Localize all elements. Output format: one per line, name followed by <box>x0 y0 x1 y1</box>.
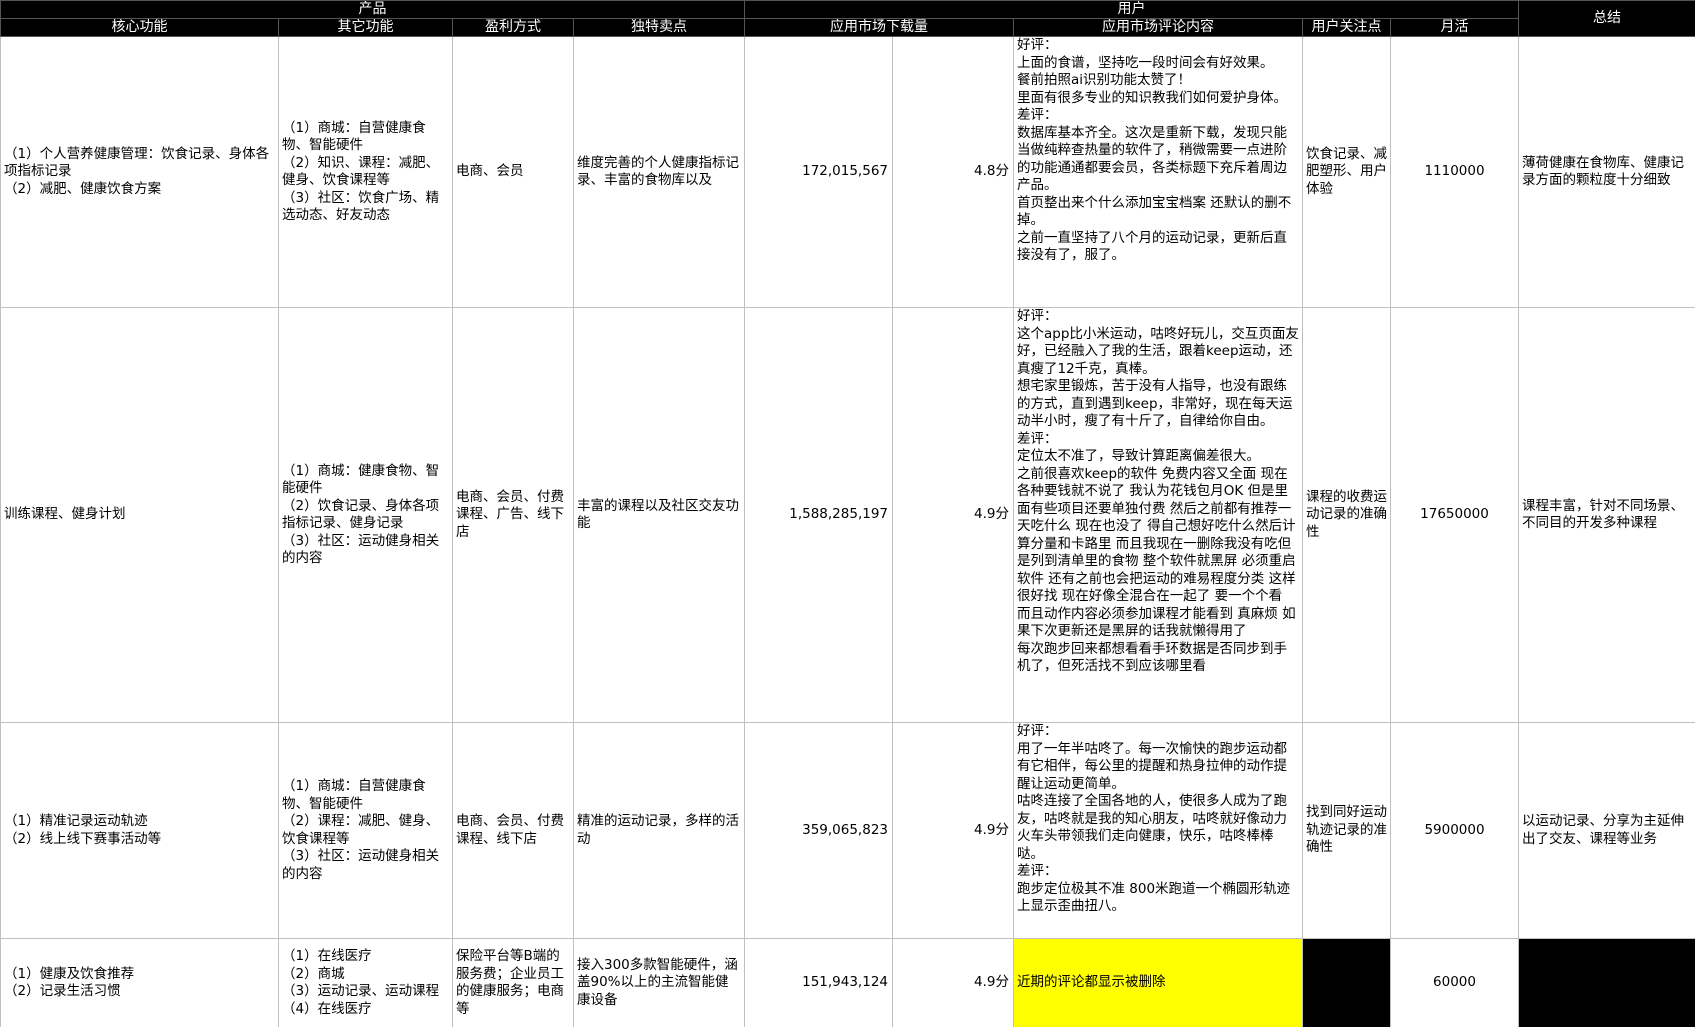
user-focus-cell-filled[interactable] <box>1302 938 1391 1027</box>
header-group-product: 产品 <box>0 0 745 19</box>
table-row: （1）个人营养健康管理：饮食记录、身体各项指标记录 （2）减肥、健康饮食方案 （… <box>0 36 1695 308</box>
header-other-function: 其它功能 <box>278 18 453 37</box>
header-summary: 总结 <box>1518 0 1695 37</box>
rating-cell[interactable]: 4.9分 <box>892 938 1014 1027</box>
profit-model-cell[interactable]: 保险平台等B端的服务费；企业员工的健康服务；电商等 <box>452 938 574 1027</box>
header-profit-model: 盈利方式 <box>452 18 574 37</box>
summary-cell-filled[interactable] <box>1518 938 1695 1027</box>
mau-cell[interactable]: 1110000 <box>1390 36 1519 308</box>
user-focus-cell[interactable]: 找到同好运动轨迹记录的准确性 <box>1302 722 1391 939</box>
header-downloads: 应用市场下载量 <box>744 18 1014 37</box>
other-function-cell[interactable]: （1）在线医疗 （2）商城 （3）运动记录、运动课程 （4）在线医疗 <box>278 938 453 1027</box>
mau-cell[interactable]: 60000 <box>1390 938 1519 1027</box>
usp-cell[interactable]: 维度完善的个人健康指标记录、丰富的食物库以及 <box>573 36 745 308</box>
downloads-cell[interactable]: 359,065,823 <box>744 722 893 939</box>
other-function-cell[interactable]: （1）商城：自营健康食物、智能硬件 （2）知识、课程：减肥、健身、饮食课程等 （… <box>278 36 453 308</box>
usp-cell[interactable]: 丰富的课程以及社区交友功能 <box>573 307 745 723</box>
summary-cell[interactable]: 薄荷健康在食物库、健康记录方面的颗粒度十分细致 <box>1518 36 1695 308</box>
core-function-cell[interactable]: （1）精准记录运动轨迹 （2）线上线下赛事活动等 <box>0 722 279 939</box>
rating-cell[interactable]: 4.9分 <box>892 307 1014 723</box>
header-core-function: 核心功能 <box>0 18 279 37</box>
header-user-focus: 用户关注点 <box>1302 18 1391 37</box>
reviews-cell[interactable]: 好评： 上面的食谱，坚持吃一段时间会有好效果。 餐前拍照ai识别功能太赞了！ 里… <box>1013 36 1303 308</box>
header-group-user: 用户 <box>744 0 1519 19</box>
table-row: 训练课程、健身计划 （1）商城：健康食物、智能硬件 （2）饮食记录、身体各项指标… <box>0 307 1695 723</box>
rating-cell[interactable]: 4.8分 <box>892 36 1014 308</box>
summary-cell[interactable]: 以运动记录、分享为主延伸出了交友、课程等业务 <box>1518 722 1695 939</box>
spreadsheet: 产品 用户 总结 核心功能 其它功能 盈利方式 独特卖点 应用市场下载量 应用市… <box>0 0 1695 1027</box>
downloads-cell[interactable]: 151,943,124 <box>744 938 893 1027</box>
other-function-cell[interactable]: （1）商城：健康食物、智能硬件 （2）饮食记录、身体各项指标记录、健身记录 （3… <box>278 307 453 723</box>
table-row: （1）精准记录运动轨迹 （2）线上线下赛事活动等 （1）商城：自营健康食物、智能… <box>0 722 1695 939</box>
header-reviews: 应用市场评论内容 <box>1013 18 1303 37</box>
user-focus-cell[interactable]: 饮食记录、减肥塑形、用户体验 <box>1302 36 1391 308</box>
other-function-cell[interactable]: （1）商城：自营健康食物、智能硬件 （2）课程：减肥、健身、饮食课程等 （3）社… <box>278 722 453 939</box>
summary-cell[interactable]: 课程丰富，针对不同场景、不同目的开发多种课程 <box>1518 307 1695 723</box>
core-function-cell[interactable]: （1）个人营养健康管理：饮食记录、身体各项指标记录 （2）减肥、健康饮食方案 <box>0 36 279 308</box>
header-unique-selling-point: 独特卖点 <box>573 18 745 37</box>
mau-cell[interactable]: 5900000 <box>1390 722 1519 939</box>
core-function-cell[interactable]: 训练课程、健身计划 <box>0 307 279 723</box>
reviews-cell-highlighted[interactable]: 近期的评论都显示被删除 <box>1013 938 1303 1027</box>
mau-cell[interactable]: 17650000 <box>1390 307 1519 723</box>
header-row-columns: 核心功能 其它功能 盈利方式 独特卖点 应用市场下载量 应用市场评论内容 用户关… <box>0 18 1695 37</box>
downloads-cell[interactable]: 1,588,285,197 <box>744 307 893 723</box>
usp-cell[interactable]: 接入300多款智能硬件，涵盖90%以上的主流智能健康设备 <box>573 938 745 1027</box>
header-row-groups: 产品 用户 总结 <box>0 0 1695 37</box>
reviews-cell[interactable]: 好评： 用了一年半咕咚了。每一次愉快的跑步运动都有它相伴，每公里的提醒和热身拉伸… <box>1013 722 1303 939</box>
header-mau: 月活 <box>1390 18 1519 37</box>
profit-model-cell[interactable]: 电商、会员、付费课程、广告、线下店 <box>452 307 574 723</box>
core-function-cell[interactable]: （1）健康及饮食推荐 （2）记录生活习惯 <box>0 938 279 1027</box>
downloads-cell[interactable]: 172,015,567 <box>744 36 893 308</box>
comparison-table: 产品 用户 总结 核心功能 其它功能 盈利方式 独特卖点 应用市场下载量 应用市… <box>0 0 1695 1027</box>
reviews-cell[interactable]: 好评： 这个app比小米运动，咕咚好玩儿，交互页面友好，已经融入了我的生活，跟着… <box>1013 307 1303 723</box>
rating-cell[interactable]: 4.9分 <box>892 722 1014 939</box>
profit-model-cell[interactable]: 电商、会员、付费课程、线下店 <box>452 722 574 939</box>
profit-model-cell[interactable]: 电商、会员 <box>452 36 574 308</box>
usp-cell[interactable]: 精准的运动记录，多样的活动 <box>573 722 745 939</box>
user-focus-cell[interactable]: 课程的收费运动记录的准确性 <box>1302 307 1391 723</box>
table-row: （1）健康及饮食推荐 （2）记录生活习惯 （1）在线医疗 （2）商城 （3）运动… <box>0 938 1695 1027</box>
